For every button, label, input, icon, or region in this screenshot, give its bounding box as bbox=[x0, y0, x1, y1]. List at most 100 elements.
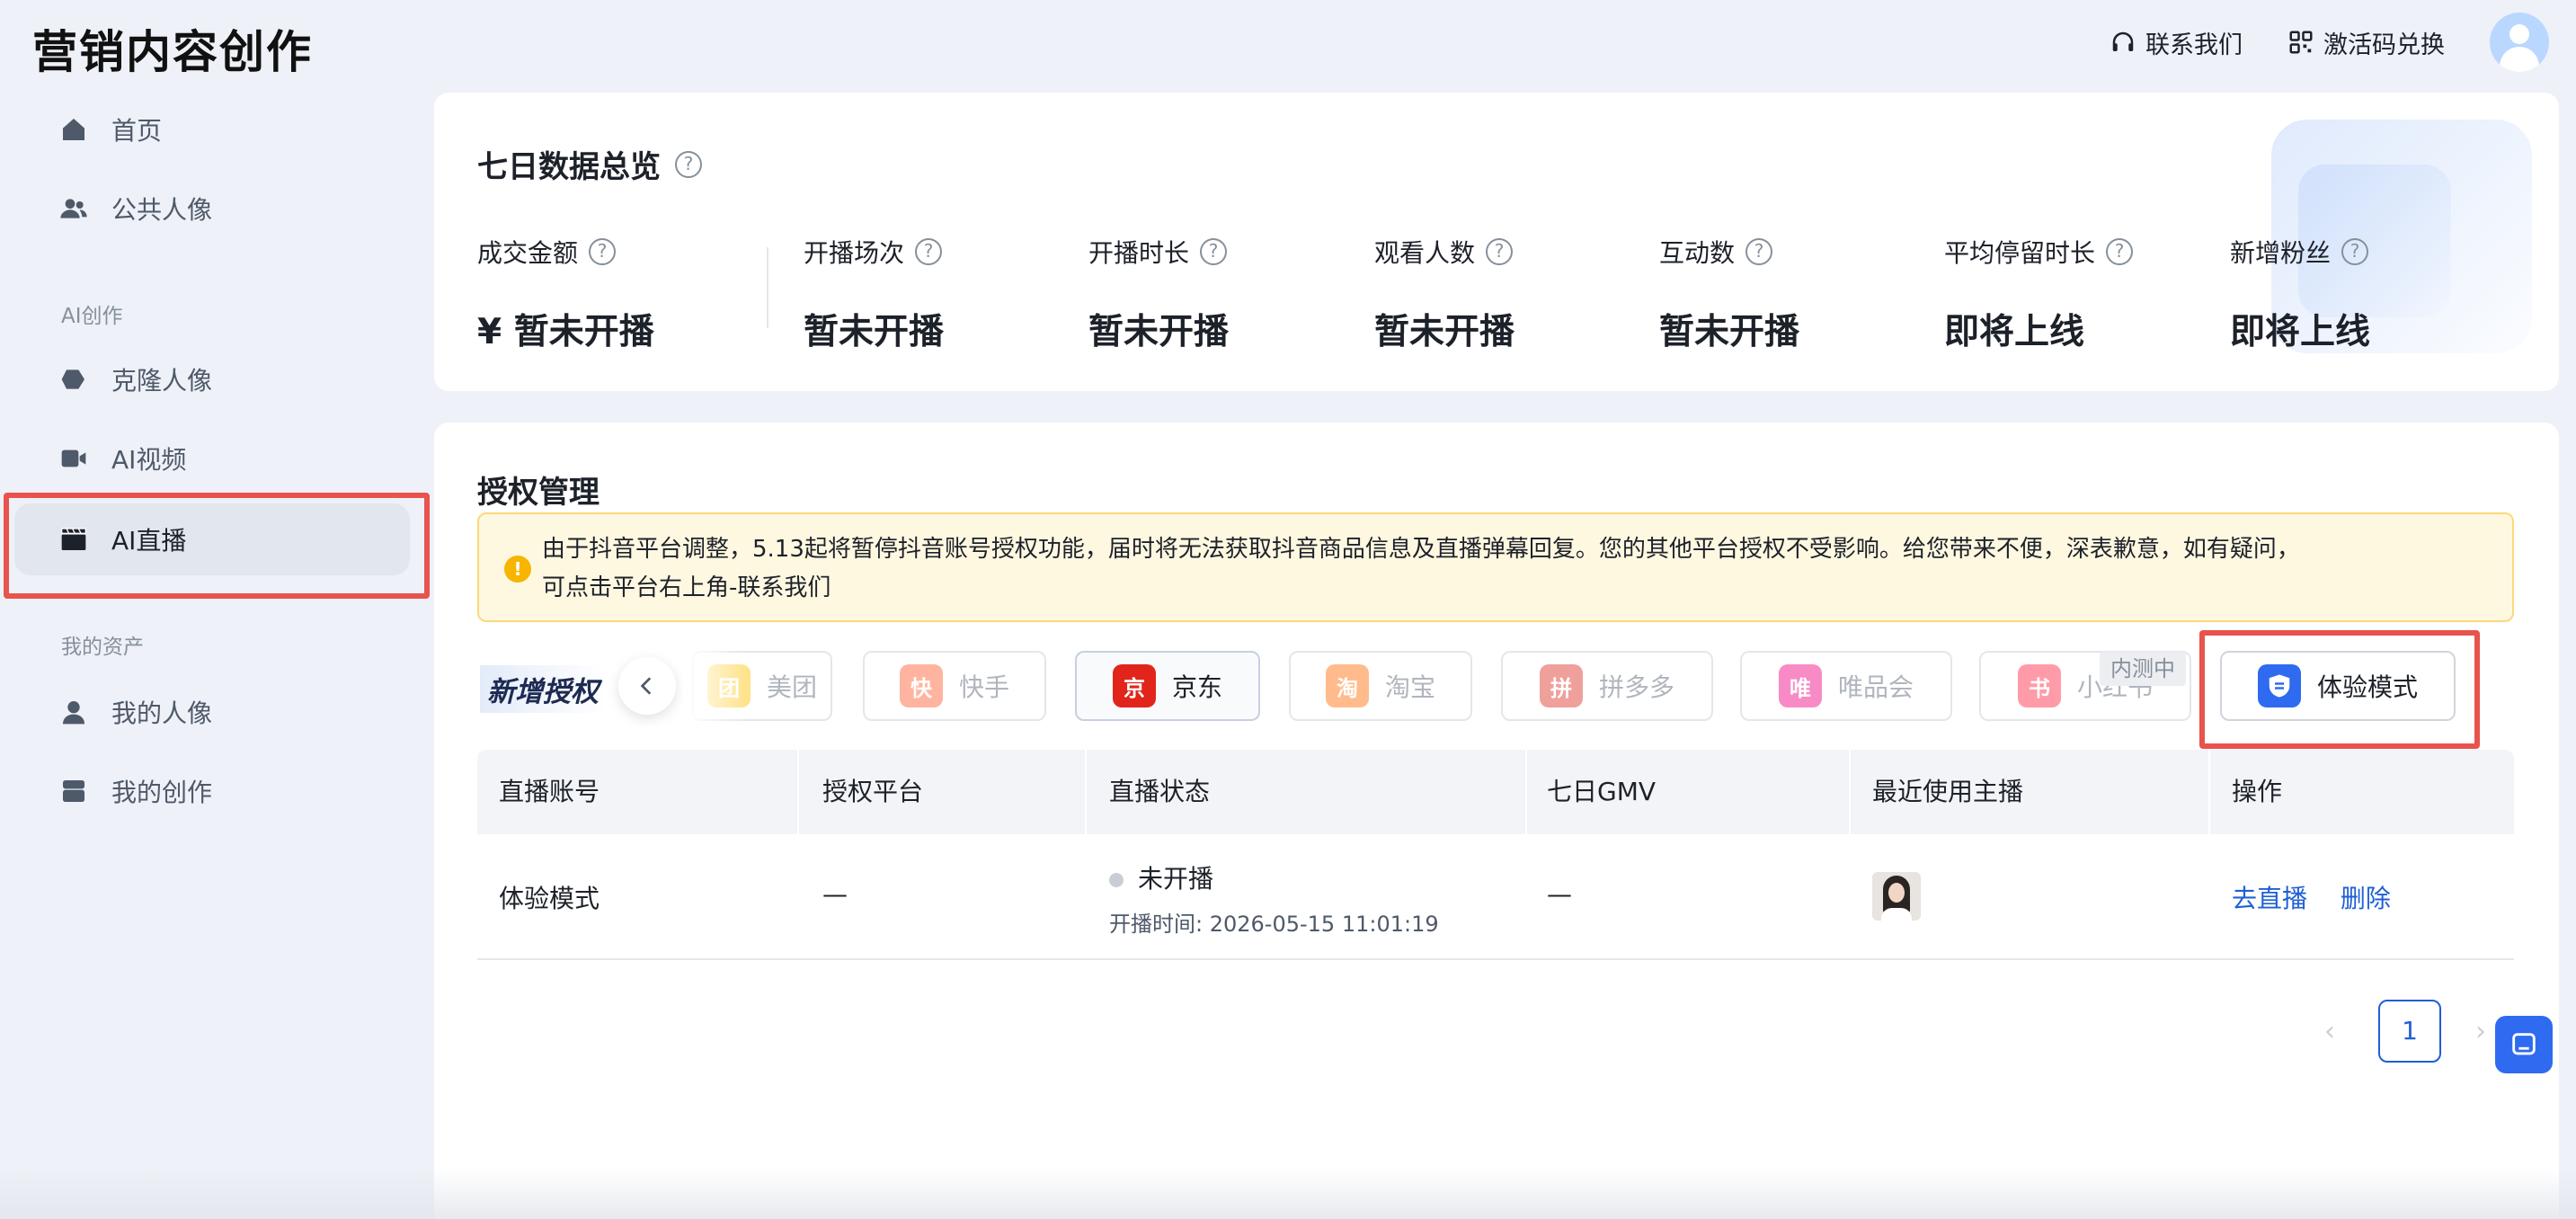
cell-account: 体验模式 bbox=[499, 884, 600, 913]
notice-banner: ! 由于抖音平台调整，5.13起将暂停抖音账号授权功能，届时将无法获取抖音商品信… bbox=[477, 512, 2514, 622]
help-icon[interactable]: ? bbox=[589, 238, 617, 265]
pagination-page-1[interactable]: 1 bbox=[2378, 1000, 2441, 1063]
taobao-logo-icon: 淘 bbox=[1325, 664, 1369, 707]
top-actions: 联系我们 激活码兑换 bbox=[2110, 13, 2549, 72]
sidebar-item-my-creation[interactable]: 我的创作 bbox=[14, 755, 410, 827]
sidebar-item-label: AI视频 bbox=[111, 445, 187, 475]
metric-value: 即将上线 bbox=[1944, 312, 2085, 352]
overview-title: 七日数据总览 ? bbox=[477, 142, 702, 186]
platform-kuaishou[interactable]: 快 快手 bbox=[863, 651, 1046, 721]
cell-recent-anchor bbox=[1872, 872, 1921, 921]
metric-avg-stay: 平均停留时长? 即将上线 bbox=[1944, 234, 2134, 354]
help-icon[interactable]: ? bbox=[2106, 238, 2134, 265]
new-auth-label: 新增授权 bbox=[480, 665, 606, 713]
anchor-avatar[interactable] bbox=[1872, 872, 1921, 921]
headset-icon bbox=[2112, 31, 2134, 51]
table-header: 直播账号 授权平台 直播状态 七日GMV 最近使用主播 操作 bbox=[477, 750, 2514, 834]
cell-gmv: — bbox=[1547, 879, 1572, 909]
help-icon[interactable]: ? bbox=[915, 238, 943, 265]
metric-value: 即将上线 bbox=[2230, 312, 2371, 352]
sidebar-item-label: 我的创作 bbox=[111, 778, 213, 807]
metric-interactions: 互动数? 暂未开播 bbox=[1659, 234, 1799, 354]
help-icon[interactable]: ? bbox=[675, 150, 702, 178]
metric-label: 开播时长 bbox=[1088, 238, 1190, 268]
top-bar: 营销内容创作 联系我们 激活码兑换 bbox=[0, 0, 2576, 86]
help-icon[interactable]: ? bbox=[1486, 238, 1514, 265]
metric-deal-amount: 成交金额? ¥ 暂未开播 bbox=[477, 234, 654, 354]
xiaohongshu-logo-icon: 书 bbox=[2017, 664, 2061, 707]
contact-us-link[interactable]: 联系我们 bbox=[2110, 25, 2243, 60]
platform-label: 美团 bbox=[766, 672, 817, 702]
kuaishou-logo-icon: 快 bbox=[899, 664, 943, 707]
help-icon[interactable]: ? bbox=[1745, 238, 1773, 265]
column-header-platform: 授权平台 bbox=[822, 777, 924, 806]
sidebar-item-ai-video[interactable]: AI视频 bbox=[14, 423, 410, 494]
sidebar-item-public-avatar[interactable]: 公共人像 bbox=[14, 173, 410, 245]
column-header-account: 直播账号 bbox=[499, 777, 600, 806]
cell-status: 未开播 bbox=[1109, 859, 1213, 895]
clone-icon bbox=[61, 369, 84, 389]
sidebar-item-home[interactable]: 首页 bbox=[14, 93, 410, 165]
sidebar-item-my-avatar[interactable]: 我的人像 bbox=[14, 676, 410, 748]
auth-title: 授权管理 bbox=[477, 475, 600, 511]
qrcode-icon bbox=[2289, 31, 2313, 54]
user-avatar[interactable] bbox=[2490, 13, 2549, 72]
metric-label: 开播场次 bbox=[804, 238, 905, 268]
scroll-left-button[interactable] bbox=[618, 657, 676, 715]
user-icon bbox=[63, 701, 84, 725]
metric-value: 暂未开播 bbox=[1659, 312, 1800, 352]
chat-icon bbox=[2512, 1033, 2536, 1055]
platform-trial-mode[interactable]: 体验模式 bbox=[2220, 651, 2456, 721]
redeem-code-link[interactable]: 激活码兑换 bbox=[2287, 25, 2445, 60]
redeem-code-label: 激活码兑换 bbox=[2323, 31, 2445, 59]
sidebar-item-label: AI直播 bbox=[111, 526, 187, 556]
notice-line-2: 可点击平台右上角-联系我们 bbox=[542, 574, 831, 601]
platform-label: 拼多多 bbox=[1598, 672, 1674, 702]
platform-taobao[interactable]: 淘 淘宝 bbox=[1289, 651, 1472, 721]
cell-platform: — bbox=[822, 879, 848, 909]
metric-value: 暂未开播 bbox=[1374, 312, 1515, 352]
scroll-fade bbox=[683, 644, 746, 730]
cell-actions: 去直播 删除 bbox=[2232, 879, 2391, 915]
help-icon[interactable]: ? bbox=[1200, 238, 1228, 265]
sidebar-item-ai-live[interactable]: AI直播 bbox=[14, 503, 410, 575]
metric-value: 暂未开播 bbox=[1088, 312, 1230, 352]
metric-live-sessions: 开播场次? 暂未开播 bbox=[804, 234, 944, 354]
contact-us-label: 联系我们 bbox=[2145, 31, 2243, 59]
video-icon bbox=[61, 449, 86, 467]
metric-label: 成交金额 bbox=[477, 238, 579, 268]
go-live-link[interactable]: 去直播 bbox=[2232, 884, 2307, 913]
platform-label: 体验模式 bbox=[2316, 672, 2418, 702]
pinduoduo-logo-icon: 拼 bbox=[1539, 664, 1583, 707]
platform-pinduoduo[interactable]: 拼 拼多多 bbox=[1501, 651, 1713, 721]
sidebar-item-clone-avatar[interactable]: 克隆人像 bbox=[14, 343, 410, 415]
sidebar-item-label: 公共人像 bbox=[111, 195, 213, 225]
metric-label: 平均停留时长 bbox=[1944, 238, 2096, 268]
metric-value: ¥ 暂未开播 bbox=[477, 312, 654, 352]
box-icon bbox=[63, 780, 84, 802]
platform-label: 快手 bbox=[958, 672, 1009, 702]
sidebar-item-label: 克隆人像 bbox=[111, 366, 213, 396]
sidebar-item-label: 首页 bbox=[111, 116, 163, 146]
table-row: 体验模式 — 未开播 开播时间: 2026-05-15 11:01:19 — 去… bbox=[477, 834, 2514, 960]
delete-link[interactable]: 删除 bbox=[2341, 884, 2391, 913]
chat-support-button[interactable] bbox=[2495, 1016, 2553, 1073]
cell-start-time: 开播时间: 2026-05-15 11:01:19 bbox=[1109, 912, 1439, 937]
pagination-next-button[interactable]: › bbox=[2475, 1016, 2486, 1047]
metric-viewers: 观看人数? 暂未开播 bbox=[1374, 234, 1515, 354]
chevron-left-icon bbox=[640, 677, 652, 695]
status-text: 未开播 bbox=[1138, 864, 1214, 894]
column-header-recent-anchor: 最近使用主播 bbox=[1872, 777, 2024, 806]
sidebar-section-ai-creation: AI创作 bbox=[61, 305, 123, 328]
platform-jd[interactable]: 京 京东 bbox=[1075, 651, 1260, 721]
column-header-actions: 操作 bbox=[2232, 777, 2283, 806]
users-icon bbox=[60, 199, 87, 218]
pagination-prev-button[interactable]: ‹ bbox=[2324, 1016, 2335, 1047]
platform-vip[interactable]: 唯 唯品会 bbox=[1740, 651, 1952, 721]
metric-divider bbox=[767, 247, 768, 328]
help-icon[interactable]: ? bbox=[2341, 238, 2369, 265]
sidebar-section-my-assets: 我的资产 bbox=[61, 636, 144, 659]
notice-line-1: 由于抖音平台调整，5.13起将暂停抖音账号授权功能，届时将无法获取抖音商品信息及… bbox=[542, 536, 2300, 563]
home-icon bbox=[63, 119, 84, 140]
platform-label: 淘宝 bbox=[1384, 672, 1435, 702]
